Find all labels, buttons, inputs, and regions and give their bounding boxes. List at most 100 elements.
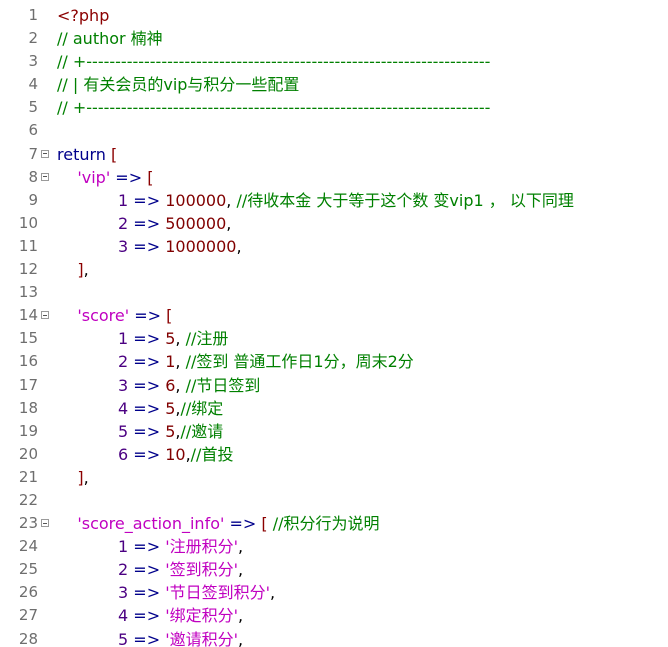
line-number: 12	[18, 260, 38, 279]
code-token: 3	[118, 583, 129, 603]
code-line[interactable]: 13	[0, 281, 668, 304]
code-token: =>	[128, 444, 166, 464]
fold-collapse-icon[interactable]	[41, 519, 49, 528]
code-token: ,	[226, 190, 237, 210]
code-text: 'vip' => [	[57, 166, 153, 189]
code-line[interactable]: 22	[0, 489, 668, 512]
code-token: 6	[118, 444, 129, 464]
code-token: '绑定积分'	[165, 606, 239, 626]
code-line[interactable]: 16 2 => 1, //签到 普通工作日1分，周末2分	[0, 350, 668, 373]
code-line[interactable]: 5 // +-----------------------------------…	[0, 96, 668, 119]
code-line[interactable]: 18 4 => 5,//绑定	[0, 397, 668, 420]
code-text: // | 有关会员的vip与积分一些配置	[57, 73, 299, 96]
code-area[interactable]: 1 <?php 2 // author 楠神 3 // +----------------…	[0, 4, 668, 647]
code-token: 4	[118, 398, 129, 418]
code-token: 5	[118, 421, 129, 441]
code-text: 1 => '注册积分',	[57, 535, 243, 558]
code-token: '节日签到积分'	[165, 583, 271, 603]
code-line[interactable]: 20 6 => 10,//首投	[0, 443, 668, 466]
code-line[interactable]: 12 ],	[0, 258, 668, 281]
code-token: =>	[128, 398, 166, 418]
code-line[interactable]: 11 3 => 1000000,	[0, 235, 668, 258]
code-token: 1	[118, 190, 129, 210]
code-line[interactable]: 17 3 => 6, //节日签到	[0, 374, 668, 397]
code-token: 1	[118, 329, 129, 349]
line-number: 7	[28, 144, 38, 163]
code-text: ],	[57, 258, 89, 281]
code-token: ,	[83, 260, 89, 280]
code-line[interactable]: 9 1 => 100000, //待收本金 大于等于这个数 变vip1 ， 以下…	[0, 189, 668, 212]
code-text: return [	[57, 143, 117, 166]
line-number: 10	[18, 213, 38, 232]
code-text: 4 => '绑定积分',	[57, 604, 243, 627]
code-token: ,	[226, 213, 232, 233]
code-text: 3 => '节日签到积分',	[57, 581, 275, 604]
code-text: // +------------------------------------…	[57, 50, 490, 73]
code-line[interactable]: 1 <?php	[0, 4, 668, 27]
code-text: 3 => 1000000,	[57, 235, 242, 258]
code-text: 2 => 1, //签到 普通工作日1分，周末2分	[57, 350, 414, 373]
code-line[interactable]: 28 5 => '邀请积分',	[0, 628, 668, 647]
code-text: 'score' => [	[57, 304, 172, 327]
code-token: //首投	[190, 444, 234, 464]
code-text: 5 => '邀请积分',	[57, 628, 243, 647]
line-number: 4	[28, 75, 38, 94]
line-number: 27	[18, 606, 38, 625]
code-line[interactable]: 10 2 => 500000,	[0, 212, 668, 235]
line-number: 20	[18, 444, 38, 463]
code-token: 1	[118, 537, 129, 557]
line-number: 26	[18, 583, 38, 602]
code-line[interactable]: 14 'score' => [	[0, 304, 668, 327]
code-text: // author 楠神	[57, 27, 163, 50]
code-token: =>	[128, 236, 166, 256]
code-token: [	[166, 306, 173, 326]
code-token: 2	[118, 352, 129, 372]
fold-collapse-icon[interactable]	[41, 172, 49, 181]
line-number: 18	[18, 398, 38, 417]
code-text: 1 => 5, //注册	[57, 327, 228, 350]
code-text: 1 => 100000, //待收本金 大于等于这个数 变vip1 ， 以下同理	[57, 189, 574, 212]
code-line[interactable]: 26 3 => '节日签到积分',	[0, 581, 668, 604]
code-token: //绑定	[180, 398, 224, 418]
code-token: 1000000	[165, 236, 237, 256]
code-token: 3	[118, 236, 129, 256]
code-token: 5	[165, 329, 176, 349]
line-number: 17	[18, 375, 38, 394]
code-editor[interactable]: 1 <?php 2 // author 楠神 3 // +----------------…	[0, 0, 668, 647]
code-token: ,	[238, 537, 244, 557]
code-text: ],	[57, 466, 88, 489]
code-token: =>	[128, 375, 166, 395]
code-token: =>	[128, 606, 166, 626]
code-text: 'score_action_info' => [ //积分行为说明	[57, 512, 379, 535]
line-number: 25	[18, 560, 38, 579]
code-line[interactable]: 7 return [	[0, 143, 668, 166]
code-line[interactable]: 3 // +-----------------------------------…	[0, 50, 668, 73]
code-token: 500000	[165, 213, 227, 233]
line-number: 3	[28, 52, 38, 71]
line-number: 9	[28, 190, 38, 209]
code-line[interactable]: 24 1 => '注册积分',	[0, 535, 668, 558]
line-number: 22	[18, 490, 38, 509]
code-line[interactable]: 1 5 1 => 5, //注册	[0, 327, 668, 350]
code-text: <?php	[57, 4, 109, 27]
code-line[interactable]: 21 ],	[0, 466, 668, 489]
code-line[interactable]: 23 'score_action_info' => [ //积分行为说明	[0, 512, 668, 535]
code-line[interactable]: 6	[0, 119, 668, 142]
code-line[interactable]: 2 // author 楠神	[0, 27, 668, 50]
code-line[interactable]: 4 // | 有关会员的vip与积分一些配置	[0, 73, 668, 96]
fold-collapse-icon[interactable]	[41, 311, 49, 320]
code-token: ,	[238, 560, 244, 580]
code-token: ,	[175, 329, 186, 349]
code-token: 1	[165, 352, 176, 372]
line-number: 24	[18, 537, 38, 556]
code-line[interactable]: 19 5 => 5,//邀请	[0, 420, 668, 443]
code-token: <?php	[57, 6, 110, 25]
code-line[interactable]: 8 'vip' => [	[0, 166, 668, 189]
code-token: 3	[118, 375, 129, 395]
code-token: =>	[128, 421, 166, 441]
code-token: [	[105, 144, 118, 164]
code-line[interactable]: 25 2 => '签到积分',	[0, 558, 668, 581]
code-line[interactable]: 27 4 => '绑定积分',	[0, 604, 668, 627]
fold-collapse-icon[interactable]	[41, 149, 49, 158]
code-token: =>	[128, 537, 166, 557]
